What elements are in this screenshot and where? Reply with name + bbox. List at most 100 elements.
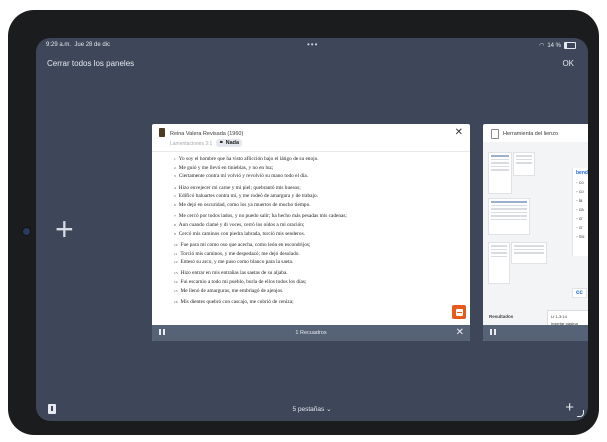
verse-text: Cercó mis caminos con piedra labrada, to… xyxy=(178,230,305,237)
chevron-down-icon: ⌄ xyxy=(326,406,332,413)
top-bar: Cerrar todos los paneles OK xyxy=(36,56,588,72)
close-icon[interactable]: ✕ xyxy=(455,127,463,138)
canvas-side-panel: bend ◦ co ◦ co ◦ la ◦ ca ◦ cr ◦ cr ◦ So xyxy=(572,168,588,256)
verse-line[interactable]: 2 Me guió y me llevó en tinieblas, y no e… xyxy=(174,164,466,173)
canvas-tool-title: Herramienta del lienzo xyxy=(503,131,559,137)
blue-label: cc xyxy=(572,288,587,298)
verse-number: 4 xyxy=(174,185,176,190)
canvas-thumb xyxy=(488,242,510,284)
verse-text: Mis dientes quebró con cascajo, me cubri… xyxy=(180,299,294,306)
verse-number: 6 xyxy=(174,203,176,208)
card-footer: 1 Recuadros ✕ xyxy=(152,325,470,341)
canvas-thumb xyxy=(511,242,547,264)
card-footer xyxy=(483,325,588,341)
canvas-panel-card[interactable]: Herramienta del lienzo bend ◦ co ◦ co ◦ la… xyxy=(483,124,588,341)
verse-text: Fue para mí como oso que acecha, como le… xyxy=(180,241,311,248)
verse-line[interactable]: 1 Yo soy el hombre que ha visto aflicción… xyxy=(174,155,466,164)
verse-text: Torció mis caminos, y me despedazó; me d… xyxy=(180,250,300,257)
verse-number: 9 xyxy=(174,231,176,236)
verse-text: Ciertamente contra mí volvió y revolvió … xyxy=(178,173,309,180)
verse-line[interactable]: 11 Torció mis caminos, y me despedazó; me… xyxy=(174,250,466,259)
status-bar: 9:29 a.m. Jue 28 de dic ••• ◠ 14 % xyxy=(36,38,588,52)
frame-count: 1 Recuadros xyxy=(295,330,327,336)
scroll-fade xyxy=(152,317,470,323)
tabs-label: 5 pestañas xyxy=(292,406,325,413)
verse-text: Fui escarnio a todo mi pueblo, burla de … xyxy=(180,279,307,286)
results-label: Resultados xyxy=(489,314,514,319)
verse-line[interactable]: 8 Aun cuando clamé y di voces, cerró los … xyxy=(174,221,466,230)
device-bezel: 9:29 a.m. Jue 28 de dic ••• ◠ 14 % Cerra… xyxy=(8,10,599,435)
canvas-thumb xyxy=(513,152,535,176)
battery-icon xyxy=(564,42,576,49)
verse-text: Entesó su arco, y me puso como blanco pa… xyxy=(180,259,294,266)
verse-line[interactable]: 16 Mis dientes quebró con cascajo, me cub… xyxy=(174,298,466,307)
verse-text: Me guió y me llevó en tinieblas, y no en… xyxy=(178,164,274,171)
camera-dot xyxy=(22,227,31,236)
verse-text: Me cercó por todos lados, y no puedo sal… xyxy=(178,213,347,220)
verse-number: 1 xyxy=(174,157,176,161)
verse-line[interactable]: 10 Fue para mí como oso que acecha, como … xyxy=(174,241,466,250)
pause-icon[interactable] xyxy=(490,329,496,335)
reference-label[interactable]: Lamentaciones 3:1 xyxy=(170,141,212,147)
divider xyxy=(152,151,470,152)
verse-text: Edificó baluartes contra mí, y me rodeó … xyxy=(178,193,318,200)
verse-line[interactable]: 4 Hizo envejecer mi carne y mi piel; queb… xyxy=(174,184,466,193)
status-time: 9:29 a.m. Jue 28 de dic xyxy=(46,42,111,48)
canvas-thumb xyxy=(488,152,512,194)
chain-icon: ⚭ xyxy=(219,140,224,146)
verse-line[interactable]: 12 Entesó su arco, y me puso como blanco … xyxy=(174,258,466,267)
ok-button[interactable]: OK xyxy=(562,59,574,68)
side-panel-item: ◦ cr xyxy=(576,225,583,230)
verse-line[interactable]: 3 Ciertamente contra mí volvió y revolvió… xyxy=(174,172,466,181)
side-panel-item: ◦ So xyxy=(576,234,585,239)
close-all-panels-button[interactable]: Cerrar todos los paneles xyxy=(47,59,134,68)
verse-number: 16 xyxy=(174,300,178,305)
wifi-icon: ◠ xyxy=(539,43,545,49)
verse-text: Hizo envejecer mi carne y mi piel; quebr… xyxy=(178,184,301,191)
verse-text: Hizo entrar en mis entrañas las saetas d… xyxy=(180,270,288,277)
verse-line[interactable]: 15 Me llenó de amarguras, me embriagó de … xyxy=(174,287,466,296)
multitask-dots[interactable]: ••• xyxy=(307,40,318,49)
verse-line[interactable]: 7 Me cercó por todos lados, y no puedo sa… xyxy=(174,212,466,221)
status-right: ◠ 14 % xyxy=(539,42,576,49)
verse-number: 12 xyxy=(174,260,178,265)
bottom-bar: 5 pestañas ⌄ + xyxy=(36,395,588,421)
tabs-button[interactable]: 5 pestañas ⌄ xyxy=(36,405,588,413)
verse-text: Me dejó en oscuridad, como los ya muerto… xyxy=(178,202,311,209)
verse-line[interactable]: 9 Cercó mis caminos con piedra labrada, t… xyxy=(174,230,466,239)
bible-version-title: Reina Valera Revisada (1960) xyxy=(170,131,244,137)
verse-line[interactable]: 5 Edificó baluartes contra mí, y me rodeó… xyxy=(174,192,466,201)
card-header: Reina Valera Revisada (1960) ✕ xyxy=(152,124,470,142)
verse-text: Yo soy el hombre que ha visto aflicción … xyxy=(178,156,319,162)
layers-button[interactable] xyxy=(452,305,466,319)
new-tab-plus-icon[interactable]: + xyxy=(565,399,574,416)
verse-number: 14 xyxy=(174,280,178,285)
verse-number: 11 xyxy=(174,251,178,256)
verse-number: 8 xyxy=(174,222,176,227)
verse-list: 1 Yo soy el hombre que ha visto aflicción… xyxy=(174,155,466,307)
verse-number: 7 xyxy=(174,214,176,219)
verse-line[interactable]: 13 Hizo entrar en mis entrañas las saetas… xyxy=(174,269,466,278)
verse-line[interactable]: 6 Me dejó en oscuridad, como los ya muert… xyxy=(174,201,466,210)
verse-number: 5 xyxy=(174,194,176,199)
side-panel-header: bend xyxy=(576,170,588,176)
side-panel-item: ◦ co xyxy=(576,189,584,194)
verse-number: 15 xyxy=(174,288,178,293)
book-icon xyxy=(159,128,165,137)
resize-handle[interactable] xyxy=(577,410,584,417)
verse-text: Me llenó de amarguras, me embriagó de aj… xyxy=(180,287,284,294)
canvas-thumb xyxy=(488,198,530,235)
verse-number: 2 xyxy=(174,165,176,170)
close-card-icon[interactable]: ✕ xyxy=(456,327,464,338)
verse-text: Aun cuando clamé y di voces, cerró los o… xyxy=(178,221,305,228)
verse-line[interactable]: 14 Fui escarnio a todo mi pueblo, burla d… xyxy=(174,278,466,287)
add-panel-plus-icon[interactable]: + xyxy=(55,213,74,245)
side-panel-item: ◦ cr xyxy=(576,216,583,221)
layers-icon xyxy=(455,308,463,316)
battery-percent: 14 % xyxy=(547,42,561,49)
bible-panel-card[interactable]: Reina Valera Revisada (1960) ✕ Lamentaci… xyxy=(152,124,470,341)
side-panel-item: ◦ la xyxy=(576,198,583,203)
nada-chip[interactable]: ⚭ Nada xyxy=(216,139,243,147)
document-icon xyxy=(491,129,499,139)
verse-number: 3 xyxy=(174,174,176,179)
